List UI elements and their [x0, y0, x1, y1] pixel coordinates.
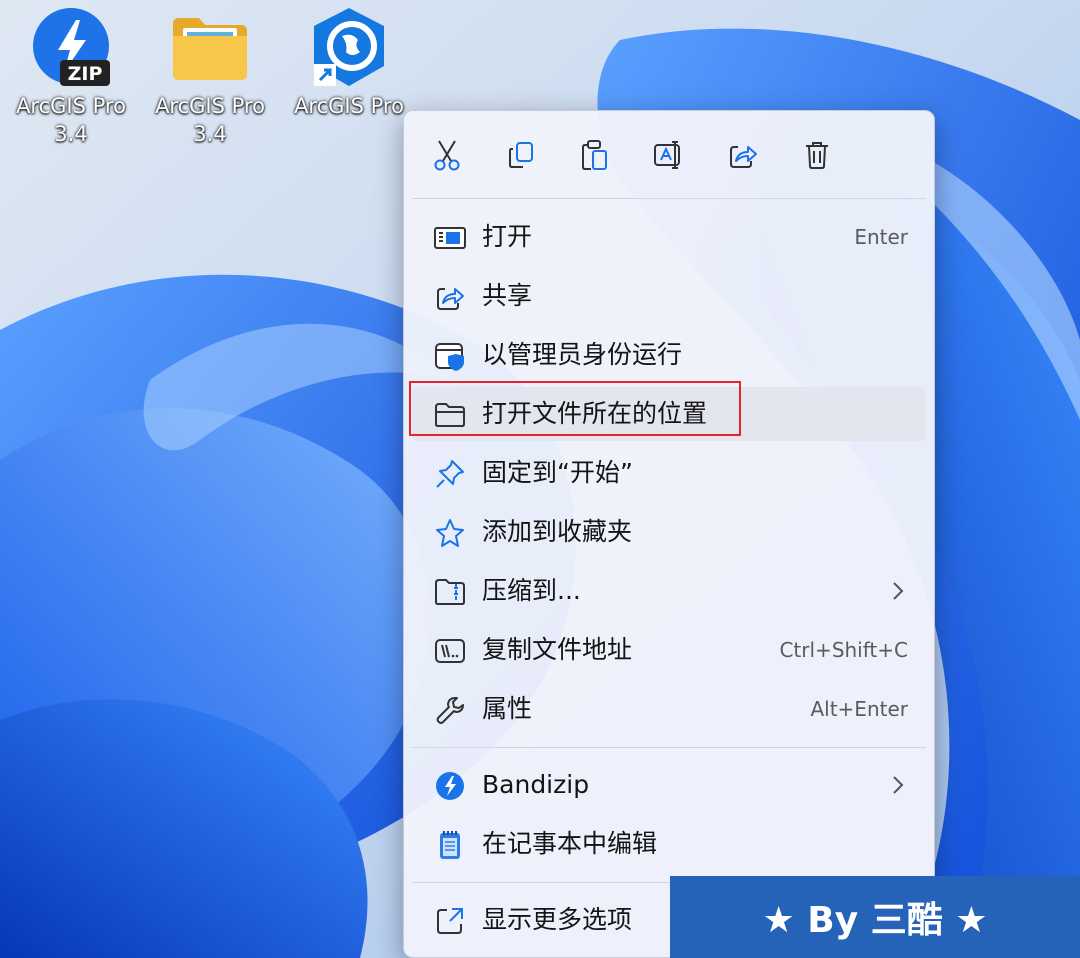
menu-separator [412, 747, 926, 748]
chevron-right-icon [893, 582, 904, 600]
copy-icon [509, 142, 533, 168]
rename-icon [654, 141, 680, 169]
admin-shield-icon [434, 341, 466, 371]
menu-item-pin-to-start[interactable]: 固定到“开始” [412, 446, 926, 500]
share-icon [730, 146, 757, 168]
desktop-icon-label: ArcGIS Pro 3.4 [155, 94, 265, 146]
cut-icon [434, 140, 460, 171]
menu-item-open[interactable]: 打开 Enter [412, 210, 926, 264]
menu-item-label: 在记事本中编辑 [482, 829, 658, 858]
menu-item-run-as-admin[interactable]: 以管理员身份运行 [412, 328, 926, 382]
menu-item-label: 压缩到... [482, 576, 581, 605]
zip-folder-icon [434, 577, 466, 607]
star-icon [434, 518, 466, 548]
menu-item-shortcut: Alt+Enter [810, 697, 908, 721]
desktop-icon-arcgis-shortcut[interactable]: ArcGIS Pro [284, 6, 414, 120]
notepad-icon [434, 830, 466, 860]
copy-path-icon [434, 636, 466, 666]
menu-item-label: 固定到“开始” [482, 458, 633, 487]
menu-item-compress-to[interactable]: 压缩到... [412, 564, 926, 618]
copy-button[interactable] [501, 135, 541, 175]
open-app-icon [434, 223, 466, 253]
chevron-right-icon [893, 776, 904, 794]
desktop-icon-arcgis-zip[interactable]: ZIP ArcGIS Pro 3.4 [6, 6, 136, 148]
quick-actions-bar [404, 111, 934, 197]
delete-button[interactable] [797, 135, 837, 175]
desktop-icon-label: ArcGIS Pro 3.4 [16, 94, 126, 146]
desktop-icon-label: ArcGIS Pro [294, 94, 404, 118]
share-icon [434, 282, 466, 312]
delete-icon [806, 142, 828, 169]
menu-item-label: 显示更多选项 [482, 905, 633, 934]
arcgis-pro-icon [308, 6, 390, 88]
rename-button[interactable] [649, 135, 689, 175]
svg-text:ZIP: ZIP [68, 63, 103, 85]
menu-item-copy-path[interactable]: 复制文件地址 Ctrl+Shift+C [412, 623, 926, 677]
desktop-icon-arcgis-folder[interactable]: ArcGIS Pro 3.4 [145, 6, 275, 148]
menu-item-label: 属性 [482, 694, 533, 723]
annotation-highlight-box [409, 381, 741, 436]
bandizip-icon [434, 771, 466, 801]
paste-button[interactable] [575, 135, 615, 175]
menu-item-label: 复制文件地址 [482, 635, 633, 664]
menu-item-label: Bandizip [482, 770, 590, 799]
menu-item-label: 添加到收藏夹 [482, 517, 633, 546]
menu-item-bandizip[interactable]: Bandizip [412, 758, 926, 812]
menu-item-add-to-favorites[interactable]: 添加到收藏夹 [412, 505, 926, 559]
menu-separator [412, 198, 926, 199]
menu-item-shortcut: Ctrl+Shift+C [779, 638, 908, 662]
menu-item-share[interactable]: 共享 [412, 269, 926, 323]
menu-item-shortcut: Enter [854, 225, 908, 249]
menu-item-edit-in-notepad[interactable]: 在记事本中编辑 [412, 817, 926, 871]
wrench-icon [434, 695, 466, 725]
menu-item-label: 打开 [482, 222, 533, 251]
share-button[interactable] [723, 135, 763, 175]
bandizip-zip-icon: ZIP [30, 6, 112, 88]
more-options-icon [434, 906, 466, 936]
context-menu: 打开 Enter 共享 以管理员身份运行 打开文件所在的位置 固定到“开始” 添… [403, 110, 935, 958]
pin-icon [434, 459, 466, 489]
folder-icon [169, 6, 251, 88]
menu-item-label: 以管理员身份运行 [482, 340, 683, 369]
paste-icon [582, 140, 607, 170]
menu-item-properties[interactable]: 属性 Alt+Enter [412, 682, 926, 736]
cut-button[interactable] [427, 135, 467, 175]
author-watermark: ★ By 三酷 ★ [670, 876, 1080, 958]
menu-item-label: 共享 [482, 281, 533, 310]
